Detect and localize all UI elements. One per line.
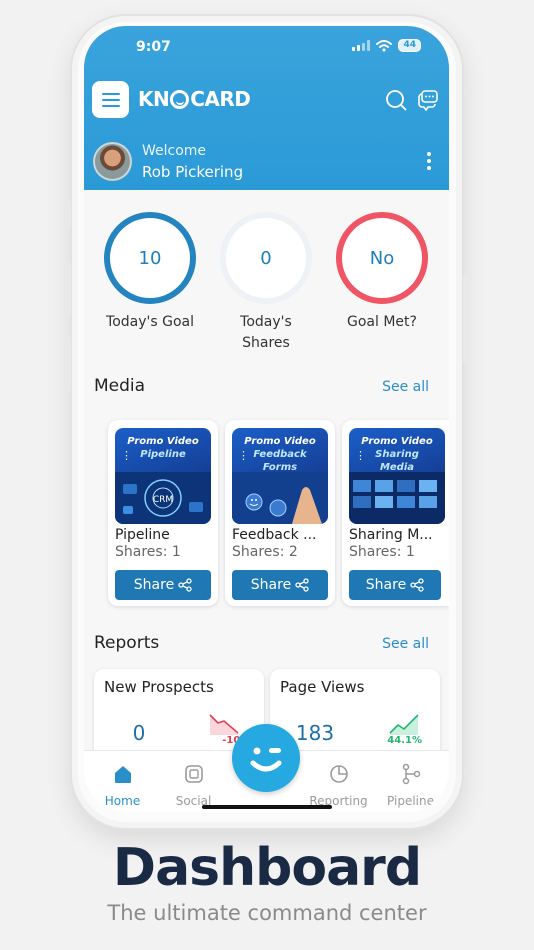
battery-icon: 44 xyxy=(398,39,421,52)
media-shares: Shares: 1 xyxy=(115,544,181,560)
svg-text:CRM: CRM xyxy=(153,495,173,505)
media-title: Pipeline xyxy=(115,527,170,543)
share-label: Share xyxy=(250,577,292,593)
stat-value: 10 xyxy=(138,247,162,269)
promo-title: Dashboard xyxy=(112,838,422,898)
report-value: 0 xyxy=(132,721,146,745)
thumbnail-line: Promo Video xyxy=(244,436,316,447)
media-thumbnail: Promo Video Feedback Forms ⋮ xyxy=(232,428,328,524)
stat-todays-goal: 10 Today's Goal xyxy=(94,212,206,333)
media-card[interactable]: Promo Video Sharing Media ⋮ Sharing M...… xyxy=(342,420,449,606)
menu-icon-bar xyxy=(101,92,120,95)
stat-label: Today's Goal xyxy=(106,314,194,330)
smile-logo-icon xyxy=(250,747,282,772)
menu-icon-bar xyxy=(101,104,120,107)
stat-label: Goal Met? xyxy=(347,314,417,330)
signal-icon xyxy=(352,40,371,51)
wifi-icon xyxy=(376,39,393,52)
media-thumbnail: Promo Video Sharing Media ⋮ xyxy=(349,428,445,524)
phone-mute-switch xyxy=(66,200,71,230)
feedback-artwork xyxy=(232,472,328,524)
media-section-title: Media xyxy=(94,376,146,396)
media-shares: Shares: 1 xyxy=(349,544,415,560)
logo-text-right: CARD xyxy=(190,87,251,111)
share-icon xyxy=(295,578,309,592)
app-screen: 9:07 44 KN CARD Welcome Rob Pickering 10… xyxy=(84,26,449,812)
trend-down-icon xyxy=(209,714,239,735)
media-title: Feedback ... xyxy=(232,527,317,543)
tab-social[interactable]: Social xyxy=(157,751,230,808)
media-thumbnail: Promo Video Pipeline CRM ⋮ xyxy=(115,428,211,524)
media-card[interactable]: Promo Video Feedback Forms ⋮ Feedback ..… xyxy=(225,420,335,606)
tab-label: Home xyxy=(104,794,141,808)
avatar[interactable] xyxy=(93,142,132,181)
tab-label: Pipeline xyxy=(387,794,434,808)
trend-up-icon xyxy=(389,714,419,735)
stat-ring: 0 xyxy=(220,212,312,304)
thumbnail-dots-icon: ⋮ xyxy=(121,449,132,462)
report-title: Page Views xyxy=(280,678,365,696)
media-card[interactable]: Promo Video Pipeline CRM ⋮ Pipeline Shar… xyxy=(108,420,218,606)
media-title: Sharing M... xyxy=(349,527,433,543)
reports-see-all-link[interactable]: See all xyxy=(382,636,429,652)
phone-power-button xyxy=(463,274,468,364)
share-icon xyxy=(178,578,192,592)
menu-icon-bar xyxy=(101,98,120,101)
tab-home[interactable]: Home xyxy=(86,751,159,808)
stat-value: 0 xyxy=(260,247,272,269)
thumbnail-line: Promo Video xyxy=(361,436,433,447)
logo-text-left: KN xyxy=(138,87,170,111)
phone-volume-down xyxy=(66,336,71,392)
tab-pipeline[interactable]: Pipeline xyxy=(374,751,447,808)
stat-todays-shares: 0 Today's Shares xyxy=(210,212,322,354)
thumbnail-line: Promo Video xyxy=(127,436,199,447)
share-button[interactable]: Share xyxy=(115,570,211,600)
welcome-label: Welcome xyxy=(142,143,207,159)
share-button[interactable]: Share xyxy=(232,570,328,600)
media-shares: Shares: 2 xyxy=(232,544,298,560)
share-icon xyxy=(410,578,424,592)
user-name: Rob Pickering xyxy=(142,163,244,181)
search-icon[interactable] xyxy=(385,89,407,111)
media-see-all-link[interactable]: See all xyxy=(382,379,429,395)
stat-value: No xyxy=(369,247,395,269)
stat-ring: 10 xyxy=(104,212,196,304)
chat-icon[interactable] xyxy=(417,89,439,111)
pipeline-artwork: CRM xyxy=(115,472,211,524)
home-icon xyxy=(114,766,131,783)
logo-smile-icon xyxy=(170,89,190,109)
report-change: 44.1% xyxy=(387,735,422,746)
status-icons: 44 xyxy=(352,39,421,52)
share-label: Share xyxy=(133,577,175,593)
social-icon xyxy=(184,765,203,783)
share-label: Share xyxy=(365,577,407,593)
report-title: New Prospects xyxy=(104,678,214,696)
header-actions xyxy=(385,89,439,111)
promo-subtitle: The ultimate command center xyxy=(107,901,427,925)
home-indicator xyxy=(202,805,332,809)
knocard-logo: KN CARD xyxy=(138,87,251,111)
stat-label: Today's Shares xyxy=(240,314,292,351)
pipeline-icon xyxy=(402,763,420,785)
media-wall-artwork xyxy=(349,472,445,524)
more-options-icon[interactable] xyxy=(427,152,431,170)
reports-section-title: Reports xyxy=(94,633,160,653)
menu-button[interactable] xyxy=(92,81,129,118)
share-button[interactable]: Share xyxy=(349,570,441,600)
tab-reporting[interactable]: Reporting xyxy=(302,751,375,808)
reporting-icon xyxy=(329,765,348,783)
thumbnail-dots-icon: ⋮ xyxy=(355,449,366,462)
stat-goal-met: No Goal Met? xyxy=(326,212,438,333)
app-header: 9:07 44 KN CARD Welcome Rob Pickering xyxy=(84,26,449,190)
stat-ring: No xyxy=(336,212,428,304)
status-time: 9:07 xyxy=(136,39,171,55)
knocard-center-button[interactable] xyxy=(232,724,300,792)
thumbnail-dots-icon: ⋮ xyxy=(238,449,249,462)
phone-volume-up xyxy=(66,262,71,318)
